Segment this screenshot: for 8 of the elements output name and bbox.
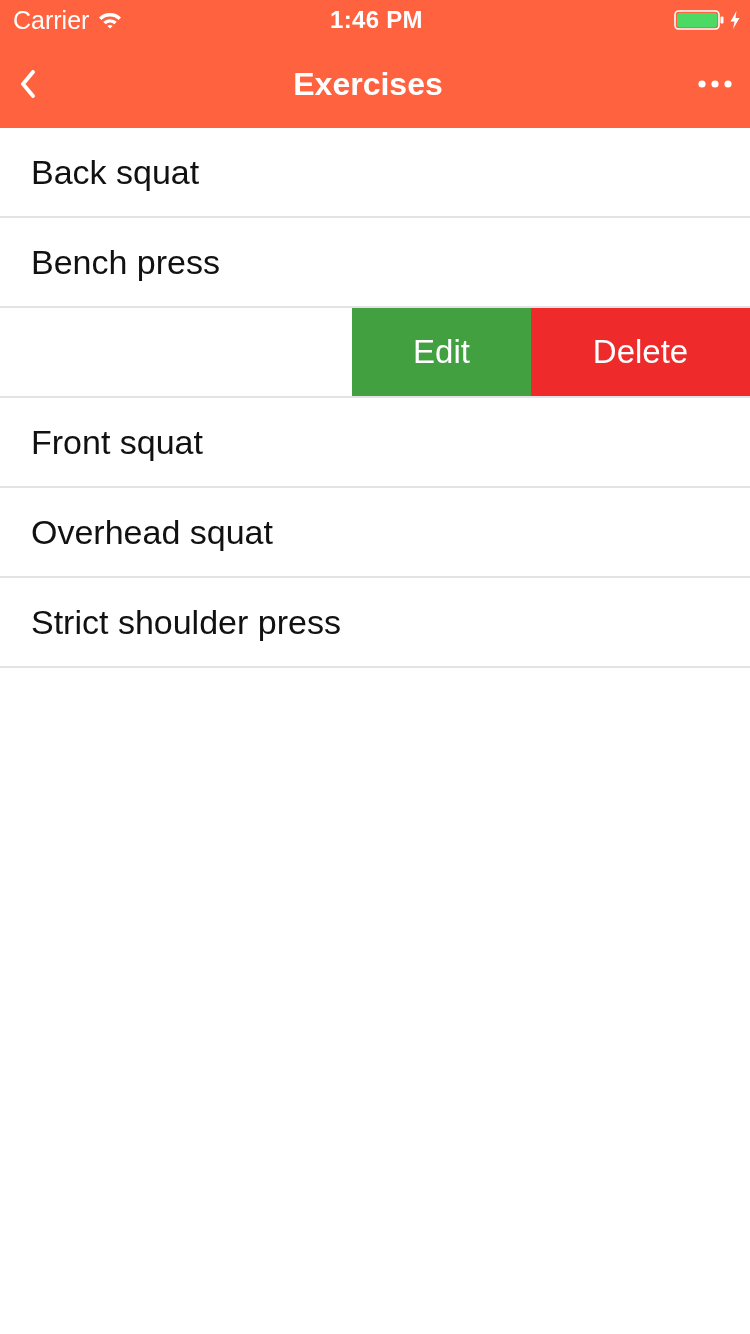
wifi-icon bbox=[98, 11, 123, 29]
chevron-left-icon bbox=[20, 70, 36, 98]
more-dots-icon bbox=[698, 80, 732, 88]
battery-icon bbox=[674, 10, 724, 30]
carrier-name: Carrier bbox=[13, 6, 90, 34]
delete-button[interactable]: Delete bbox=[531, 308, 750, 396]
screen-title: Exercises bbox=[293, 65, 443, 104]
status-time: 1:46 PM bbox=[330, 6, 423, 34]
